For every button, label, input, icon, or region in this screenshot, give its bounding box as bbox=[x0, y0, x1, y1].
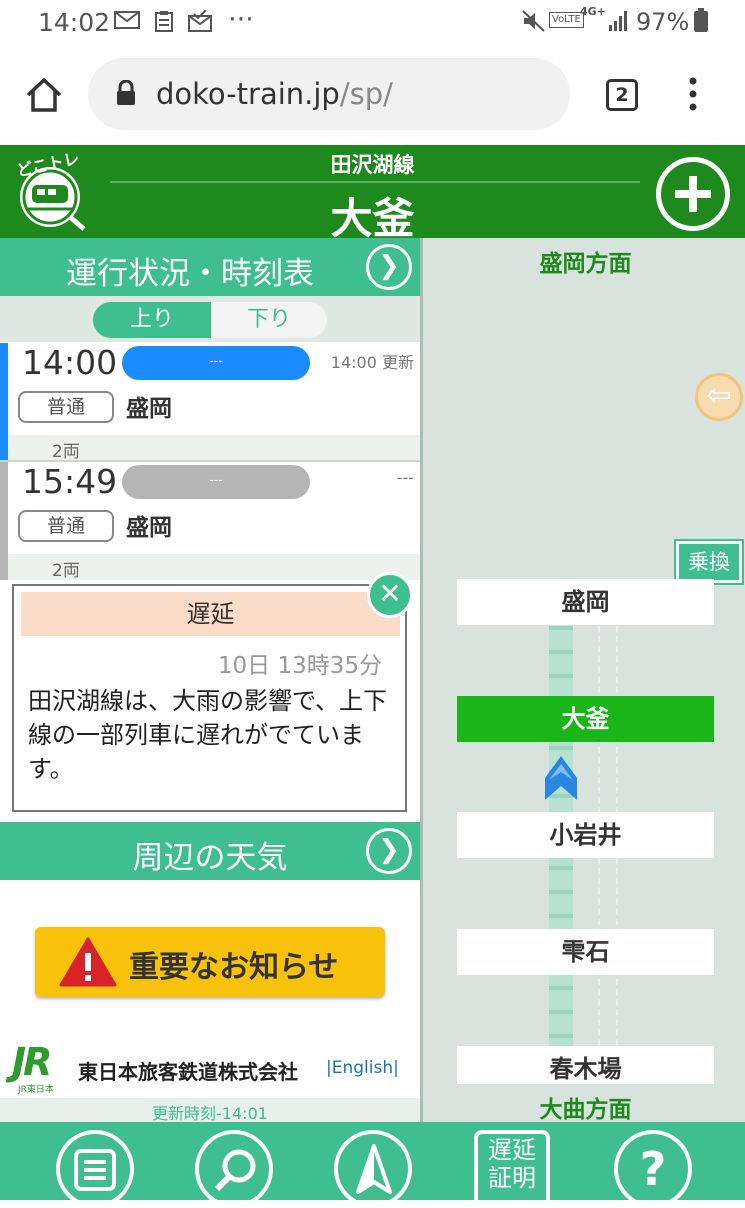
train-status-pill: --- bbox=[122, 465, 310, 499]
train-destination: 盛岡 bbox=[126, 396, 172, 422]
status-timetable-bar[interactable]: 運行状況・時刻表 ❯ bbox=[0, 238, 420, 296]
chevron-right-icon[interactable]: ❯ bbox=[366, 828, 412, 874]
train-update-time: 14:00 更新 bbox=[330, 353, 414, 372]
add-station-button[interactable] bbox=[656, 157, 730, 231]
warning-icon bbox=[59, 937, 117, 987]
train-kind-badge: 普通 bbox=[18, 391, 114, 423]
more-dots-icon: ⋯ bbox=[228, 4, 254, 34]
tab-up[interactable]: 上り bbox=[93, 302, 211, 338]
status-bar: 14:02 ⋯ VoLTE 4G+ 97% bbox=[0, 0, 745, 45]
list-icon bbox=[74, 1149, 116, 1191]
delay-title: 遅延 bbox=[21, 592, 400, 636]
search-icon bbox=[214, 1149, 256, 1192]
train-status-pill: --- bbox=[122, 346, 310, 380]
bottom-direction-label: 大曲方面 bbox=[539, 1097, 632, 1123]
train-status-stripe bbox=[0, 343, 8, 461]
train-kind-badge: 普通 bbox=[18, 510, 114, 542]
home-icon[interactable] bbox=[24, 75, 64, 119]
status-timetable-title: 運行状況・時刻表 bbox=[66, 256, 314, 292]
delay-cert-top: 遅延 bbox=[488, 1136, 536, 1164]
location-button[interactable] bbox=[334, 1130, 412, 1208]
train-row[interactable]: 14:00 --- 14:00 更新 普通 盛岡 2両 bbox=[0, 343, 420, 462]
4g-icon: 4G+ bbox=[580, 5, 606, 18]
train-cars: 2両 bbox=[52, 442, 80, 462]
url-path: /sp/ bbox=[339, 77, 393, 111]
train-time: 15:49 bbox=[22, 462, 118, 501]
delay-cert-bottom: 証明 bbox=[488, 1164, 536, 1192]
line-name: 田沢湖線 bbox=[330, 153, 415, 177]
station-name: 大釜 bbox=[330, 194, 415, 243]
important-notice-label: 重要なお知らせ bbox=[129, 950, 339, 985]
clipboard-icon bbox=[155, 10, 173, 37]
station-item[interactable]: 盛岡 bbox=[457, 579, 714, 625]
update-time: 更新時刻-14:01 bbox=[152, 1104, 268, 1123]
transfer-button[interactable]: 乗換 bbox=[674, 539, 744, 585]
battery-icon bbox=[694, 8, 708, 37]
battery-percent: 97% bbox=[636, 8, 690, 36]
arrow-left-icon[interactable]: ⇦ bbox=[695, 373, 743, 421]
train-row[interactable]: 15:49 --- --- 普通 盛岡 2両 bbox=[0, 462, 420, 581]
delay-notice: 遅延 10日 13時35分 田沢湖線は、大雨の影響で、上下線の一部列車に遅れがで… bbox=[12, 584, 407, 812]
tab-switcher-button[interactable]: 2 bbox=[606, 79, 638, 111]
chevron-right-icon[interactable]: ❯ bbox=[366, 244, 412, 290]
weather-bar[interactable]: 周辺の天気 ❯ bbox=[0, 822, 420, 880]
weather-title: 周辺の天気 bbox=[132, 840, 288, 876]
mail-icon bbox=[114, 10, 140, 35]
jr-company-name: 東日本旅客鉄道株式会社 bbox=[78, 1060, 298, 1084]
jr-logo-mark: JR bbox=[12, 1040, 52, 1084]
route-map[interactable]: 盛岡方面 ⇦ 乗換 盛岡 大釜 小岩井 雫石 春木場 大曲方面 bbox=[420, 238, 745, 1123]
train-destination: 盛岡 bbox=[126, 515, 172, 541]
lock-icon bbox=[116, 79, 136, 110]
top-direction-label: 盛岡方面 bbox=[539, 251, 632, 277]
close-icon[interactable]: ✕ bbox=[367, 572, 413, 618]
status-time: 14:02 bbox=[38, 8, 111, 37]
app-header: どこトレ 田沢湖線 大釜 bbox=[0, 145, 745, 243]
important-notice-button[interactable]: 重要なお知らせ bbox=[35, 927, 385, 997]
list-button[interactable] bbox=[56, 1130, 134, 1208]
english-link[interactable]: |English| bbox=[326, 1058, 399, 1078]
bottom-nav: 遅延 証明 ? bbox=[0, 1122, 745, 1208]
train-time: 14:00 bbox=[22, 343, 118, 382]
url-domain: doko-train.jp bbox=[156, 77, 340, 111]
header-divider bbox=[110, 181, 640, 183]
station-item-current[interactable]: 大釜 bbox=[457, 696, 714, 742]
delay-certificate-button[interactable]: 遅延 証明 bbox=[474, 1130, 550, 1208]
train-position-icon[interactable] bbox=[543, 756, 579, 806]
url-text[interactable]: doko-train.jp/sp/ bbox=[156, 77, 393, 111]
station-item[interactable]: 小岩井 bbox=[457, 812, 714, 858]
mute-icon bbox=[522, 10, 546, 37]
station-item[interactable]: 雫石 bbox=[457, 929, 714, 975]
left-panel: 運行状況・時刻表 ❯ 上り 下り 14:00 --- 14:00 更新 普通 盛… bbox=[0, 238, 420, 1123]
delay-message: 田沢湖線は、大雨の影響で、上下線の一部列車に遅れがでています。 bbox=[28, 687, 388, 783]
navigation-arrow-icon bbox=[356, 1144, 392, 1194]
train-status-stripe bbox=[0, 462, 8, 580]
mail-check-icon bbox=[188, 9, 212, 37]
delay-date: 10日 13時35分 bbox=[217, 653, 382, 679]
tab-down[interactable]: 下り bbox=[211, 302, 327, 338]
signal-icon bbox=[608, 10, 630, 37]
help-icon[interactable]: ? bbox=[614, 1130, 692, 1208]
volte-icon: VoLTE bbox=[549, 12, 584, 28]
search-button[interactable] bbox=[195, 1130, 273, 1208]
menu-dots-icon[interactable] bbox=[686, 75, 700, 119]
train-cars: 2両 bbox=[52, 561, 80, 581]
train-update-time: --- bbox=[396, 468, 414, 487]
browser-toolbar: doko-train.jp/sp/ 2 bbox=[0, 45, 745, 145]
jr-east-logo[interactable]: JR JR東日本 bbox=[12, 1040, 70, 1095]
plus-icon bbox=[675, 176, 711, 212]
jr-logo-sub: JR東日本 bbox=[18, 1085, 54, 1095]
